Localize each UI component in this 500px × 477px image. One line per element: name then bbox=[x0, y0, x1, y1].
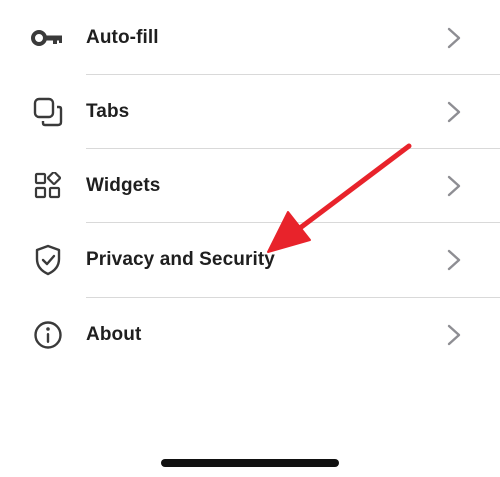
settings-item-label: About bbox=[86, 324, 142, 345]
tabs-icon bbox=[30, 94, 66, 130]
chevron-right-icon bbox=[447, 101, 461, 123]
settings-item-about[interactable]: About bbox=[0, 298, 500, 372]
chevron-right-icon bbox=[447, 27, 461, 49]
shield-check-icon bbox=[30, 242, 66, 278]
chevron-right-icon bbox=[447, 324, 461, 346]
settings-item-label: Privacy and Security bbox=[86, 249, 275, 270]
chevron-right-icon bbox=[447, 249, 461, 271]
settings-screen: Auto-fill Tabs Widgets Privacy and Secur… bbox=[0, 0, 500, 477]
chevron-right-icon bbox=[447, 175, 461, 197]
settings-item-privacy-security[interactable]: Privacy and Security bbox=[0, 223, 500, 297]
settings-item-label: Auto-fill bbox=[86, 27, 159, 48]
widgets-icon bbox=[30, 168, 66, 204]
home-indicator[interactable] bbox=[161, 459, 339, 467]
settings-item-label: Widgets bbox=[86, 175, 161, 196]
key-icon bbox=[30, 20, 66, 56]
info-icon bbox=[30, 317, 66, 353]
settings-item-label: Tabs bbox=[86, 101, 130, 122]
settings-item-widgets[interactable]: Widgets bbox=[0, 149, 500, 223]
settings-item-tabs[interactable]: Tabs bbox=[0, 75, 500, 149]
settings-item-autofill[interactable]: Auto-fill bbox=[0, 1, 500, 75]
